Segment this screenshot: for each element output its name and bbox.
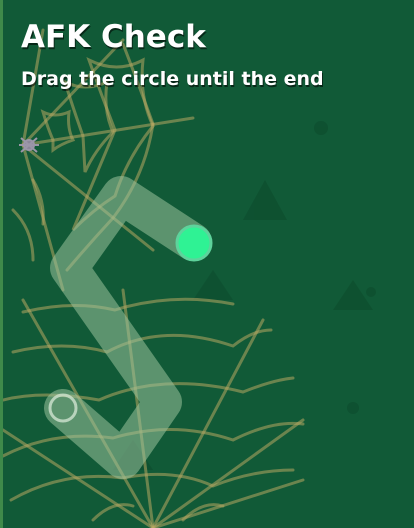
drag-track — [44, 176, 212, 479]
dialog-instruction: Drag the circle until the end — [21, 68, 324, 90]
afk-check-panel: AFK Check Drag the circle until the end — [0, 0, 414, 528]
drag-handle-circle[interactable] — [175, 224, 213, 262]
dialog-title: AFK Check — [21, 19, 206, 55]
spider-icon — [19, 137, 39, 153]
